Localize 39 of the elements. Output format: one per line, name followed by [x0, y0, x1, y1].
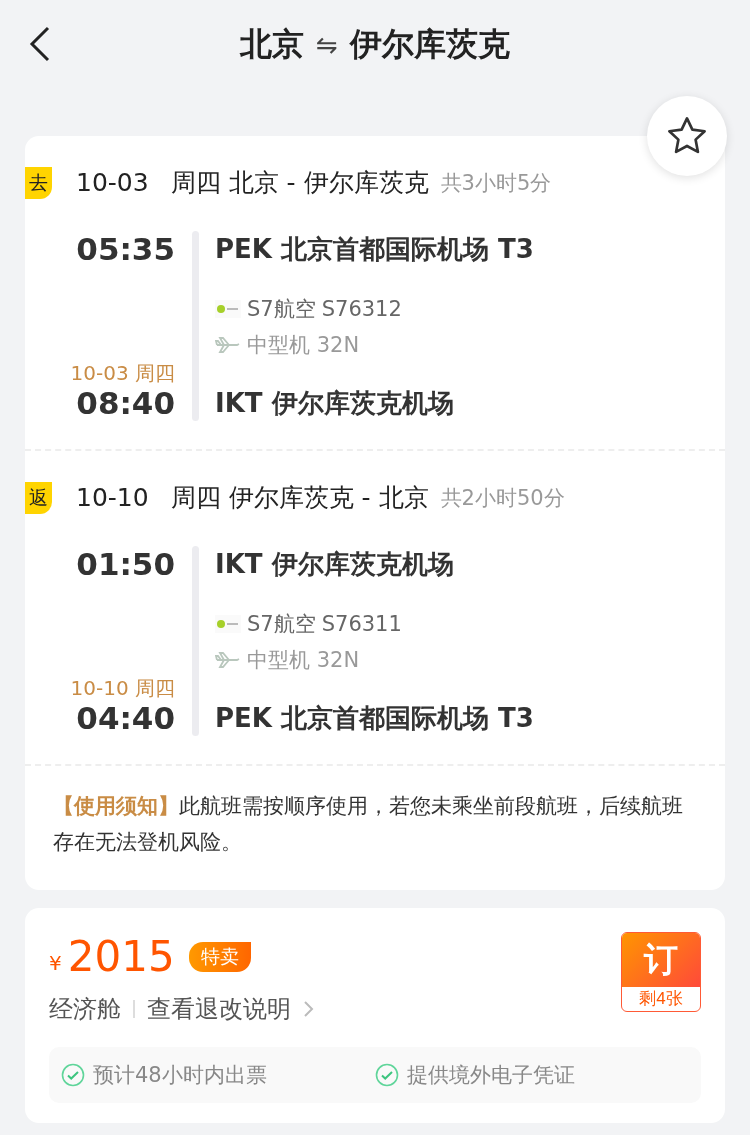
- arrival-date: 10-10 周四: [70, 676, 175, 700]
- duration-text: 共3小时5分: [440, 169, 552, 197]
- flight-date: 10-10: [76, 483, 149, 512]
- flight-date: 10-03: [76, 168, 149, 197]
- airline-name: S7航空: [247, 296, 316, 323]
- check-icon: [375, 1063, 399, 1087]
- feature-text: 提供境外电子凭证: [407, 1062, 575, 1089]
- arrival-date: 10-03 周四: [70, 361, 175, 385]
- destination-city: 伊尔库茨克: [349, 24, 510, 65]
- route-text: 周四 北京 - 伊尔库茨克: [170, 167, 429, 199]
- currency-symbol: ¥: [49, 950, 62, 975]
- airline-name: S7航空: [247, 611, 316, 638]
- flight-number: S76312: [321, 297, 402, 321]
- refund-rules-link[interactable]: 查看退改说明: [147, 993, 315, 1025]
- check-icon: [61, 1063, 85, 1087]
- plane-icon: [215, 650, 241, 670]
- arrival-time: 08:40: [76, 385, 175, 421]
- departure-time: 05:35: [76, 231, 175, 267]
- aircraft-type: 中型机 32N: [247, 647, 360, 674]
- notice-text: 【使用须知】此航班需按顺序使用，若您未乘坐前段航班，后续航班存在无法登机风险。: [52, 793, 684, 856]
- flight-number: S76311: [321, 612, 402, 636]
- trip-tag: 返: [25, 481, 52, 514]
- feature-text: 预计48小时内出票: [93, 1062, 267, 1089]
- departure-airport: IKT 伊尔库茨克机场: [215, 548, 455, 581]
- duration-text: 共2小时50分: [440, 484, 565, 512]
- departure-airport: PEK 北京首都国际机场 T3: [215, 233, 535, 266]
- aircraft-type: 中型机 32N: [247, 332, 360, 359]
- arrival-airport: PEK 北京首都国际机场 T3: [215, 702, 535, 735]
- swap-icon: ⇋: [316, 30, 338, 60]
- price-text: 2015: [67, 932, 175, 981]
- cabin-class: 经济舱: [49, 994, 121, 1025]
- origin-city: 北京: [240, 24, 305, 65]
- arrival-airport: IKT 伊尔库茨克机场: [215, 387, 455, 420]
- sale-badge: 特卖: [188, 941, 251, 972]
- route-text: 周四 伊尔库茨克 - 北京: [170, 482, 429, 514]
- arrival-time: 04:40: [76, 700, 175, 736]
- departure-time: 01:50: [76, 546, 175, 582]
- trip-tag: 去: [25, 166, 52, 199]
- plane-icon: [215, 335, 241, 355]
